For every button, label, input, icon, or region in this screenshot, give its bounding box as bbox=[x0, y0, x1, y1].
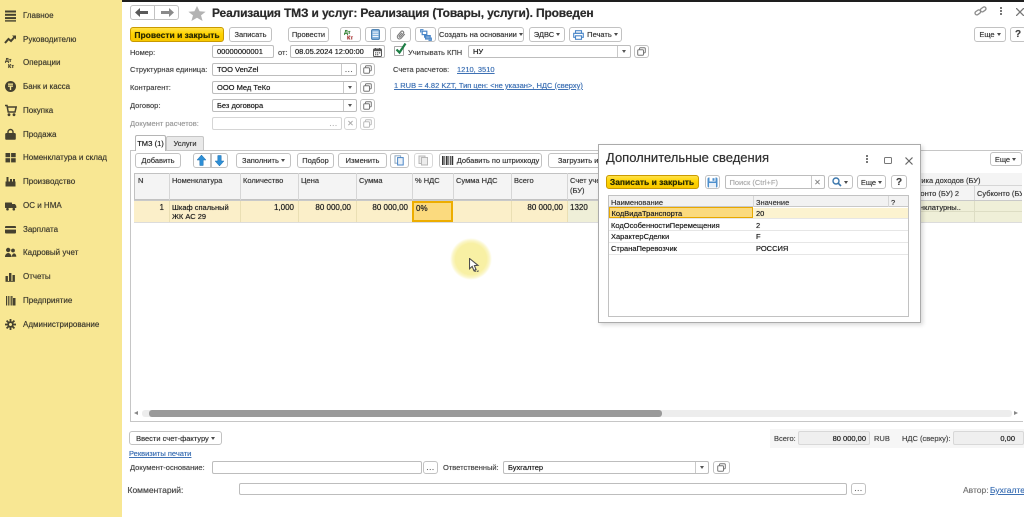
svg-text:Кт: Кт bbox=[8, 64, 14, 69]
svg-text:Кт: Кт bbox=[347, 36, 353, 41]
